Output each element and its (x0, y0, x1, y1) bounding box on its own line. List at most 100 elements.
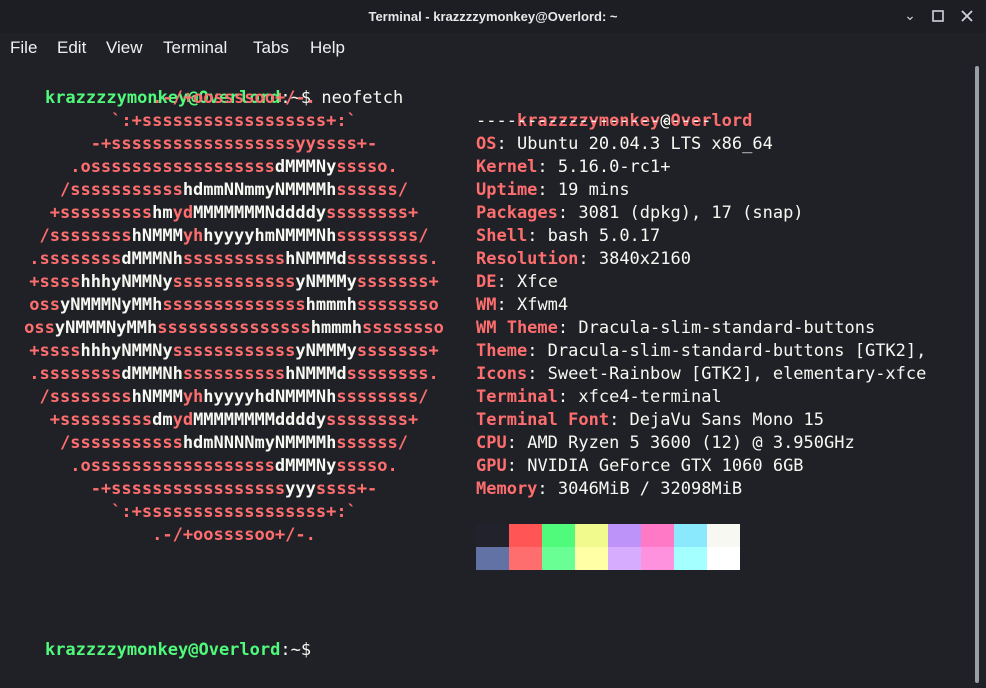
info-value: Ubuntu 20.04.3 LTS x86_64 (516, 134, 773, 154)
palette-swatch (575, 547, 608, 570)
info-field: Shell: bash 5.0.17 (476, 226, 661, 246)
info-key: Terminal (476, 387, 558, 407)
logo-segment: hdmNNNNmyNMMMMh (182, 433, 337, 453)
info-key: Icons (476, 364, 528, 384)
logo-line: +sssshhhyNMMNyssssssssssssyNMMMysssssss+ (4, 271, 464, 294)
logo-segment: hNMMMd (285, 249, 347, 269)
info-key: Uptime (476, 180, 538, 200)
menu-edit[interactable]: Edit (57, 38, 86, 58)
palette-swatch (641, 547, 674, 570)
logo-segment: yNMMMy (295, 272, 357, 292)
logo-segment: `:+ssssssssssssssssss+:` (111, 502, 357, 522)
logo-segment: .ossssssssssssssssss (70, 157, 275, 177)
logo-line: .ossssssssssssssssssdMMMNysssso. (4, 455, 464, 478)
logo-segment: ssssssss+ (326, 410, 419, 430)
logo-segment: yd (172, 410, 194, 430)
logo-segment: /sssssssssss (59, 433, 183, 453)
logo-segment: yh (182, 387, 204, 407)
palette-swatch (641, 524, 674, 547)
palette-swatch (575, 524, 608, 547)
info-field: DE: Xfce (476, 272, 558, 292)
logo-segment: ssssss/ (336, 180, 408, 200)
palette-swatch (509, 524, 542, 547)
logo-segment: +ssss (29, 272, 81, 292)
palette-swatch (674, 547, 707, 570)
logo-segment: ssssssss+ (326, 203, 419, 223)
info-key: Memory (476, 479, 538, 499)
logo-segment: ssssssss/ (336, 387, 429, 407)
palette-swatch (674, 524, 707, 547)
menu-terminal[interactable]: Terminal (163, 38, 227, 58)
logo-segment: `:+ssssssssssssssssss+:` (111, 111, 357, 131)
menu-view[interactable]: View (106, 38, 143, 58)
info-key: OS (476, 134, 497, 154)
menu-file[interactable]: File (10, 38, 37, 58)
logo-segment: yNMMMNyMMh (59, 295, 163, 315)
logo-segment: dm (152, 410, 173, 430)
chevron-down-icon[interactable]: ⌄ (899, 5, 921, 27)
info-value: xfce4-terminal (578, 387, 722, 407)
info-value: Sweet-Rainbow [GTK2], elementary-xfce (547, 364, 927, 384)
info-value: bash 5.0.17 (547, 226, 661, 246)
logo-segment: ssssssss/ (336, 226, 429, 246)
logo-line: +ssssssssshmydMMMMMMMNddddyssssssss+ (4, 202, 464, 225)
logo-segment: MMMMMMMMddddy (193, 410, 327, 430)
logo-line: /sssssssshNMMMyhhyyyyhmNMMMNhssssssss/ (4, 225, 464, 248)
close-icon[interactable] (956, 5, 978, 27)
logo-segment: +sssssssss (49, 410, 153, 430)
info-value: Xfwm4 (516, 295, 569, 315)
logo-segment: ssssssssss (182, 249, 286, 269)
info-key: Theme (476, 341, 528, 361)
palette-swatch (476, 524, 509, 547)
logo-segment: sssssss+ (356, 341, 439, 361)
logo-segment: dMMMNh (121, 249, 183, 269)
logo-segment: yNMMMNyMMh (54, 318, 158, 338)
logo-line: .ssssssssdMMMNhsssssssssshNMMMdssssssss. (4, 363, 464, 386)
logo-segment: yh (182, 226, 204, 246)
palette-swatch (707, 547, 740, 570)
logo-segment: dMMMNy (274, 157, 337, 177)
info-value: Xfce (516, 272, 558, 292)
maximize-icon[interactable] (927, 5, 949, 27)
info-field: CPU: AMD Ryzen 5 3600 (12) @ 3.950GHz (476, 433, 855, 453)
info-key: WM Theme (476, 318, 558, 338)
logo-segment: -+ssssssssssssssssssyyssss+- (90, 134, 378, 154)
info-key: Terminal Font (476, 410, 610, 430)
palette-swatch (707, 524, 740, 547)
info-key: WM (476, 295, 497, 315)
logo-segment: ssssssssssssss (162, 295, 306, 315)
logo-segment: ssssss/ (336, 433, 408, 453)
info-key: Resolution (476, 249, 579, 269)
logo-line: .-/+oossssoo+/-. (4, 87, 464, 110)
logo-segment: sssso. (336, 157, 398, 177)
logo-segment: /sssssssssss (59, 180, 183, 200)
logo-segment: hyyyyhmNMMMNh (203, 226, 337, 246)
logo-segment: yNMMMy (295, 341, 357, 361)
logo-segment: .ossssssssssssssssss (70, 456, 275, 476)
logo-line: /ssssssssssshdmNNNNmyNMMMMhssssss/ (4, 432, 464, 455)
logo-segment: hyyyyhdNMMMNh (203, 387, 337, 407)
info-key: Packages (476, 203, 558, 223)
logo-line: +sssssssssdmydMMMMMMMMddddyssssssss+ (4, 409, 464, 432)
terminal-area[interactable]: krazzzzymonkey@Overlord:~$ neofetch .-/+… (4, 63, 972, 688)
prompt-path-2: :~$ (280, 640, 312, 660)
menu-help[interactable]: Help (310, 38, 345, 58)
logo-line: /ssssssssssshdmmNNmmyNMMMMhssssss/ (4, 179, 464, 202)
logo-segment: oss (29, 295, 60, 315)
scrollbar[interactable] (975, 66, 979, 683)
logo-segment: MMMMMMMNddddy (193, 203, 327, 223)
info-key: GPU (476, 456, 507, 476)
logo-line: `:+ssssssssssssssssss+:` (4, 110, 464, 133)
logo-segment: hmmmh (310, 318, 362, 338)
palette-swatch (542, 524, 575, 547)
menu-tabs[interactable]: Tabs (253, 38, 289, 58)
info-value: Dracula-slim-standard-buttons [GTK2], (547, 341, 927, 361)
logo-segment: ssssssssssss (172, 272, 296, 292)
logo-segment: ssssssss. (346, 249, 439, 269)
logo-segment: yd (172, 203, 194, 223)
info-key: Shell (476, 226, 528, 246)
logo-segment: hm (152, 203, 173, 223)
logo-line: ossyNMMMNyMMhssssssssssssssshmmmhsssssss… (4, 317, 464, 340)
info-field: GPU: NVIDIA GeForce GTX 1060 6GB (476, 456, 804, 476)
info-field: Terminal: xfce4-terminal (476, 387, 722, 407)
